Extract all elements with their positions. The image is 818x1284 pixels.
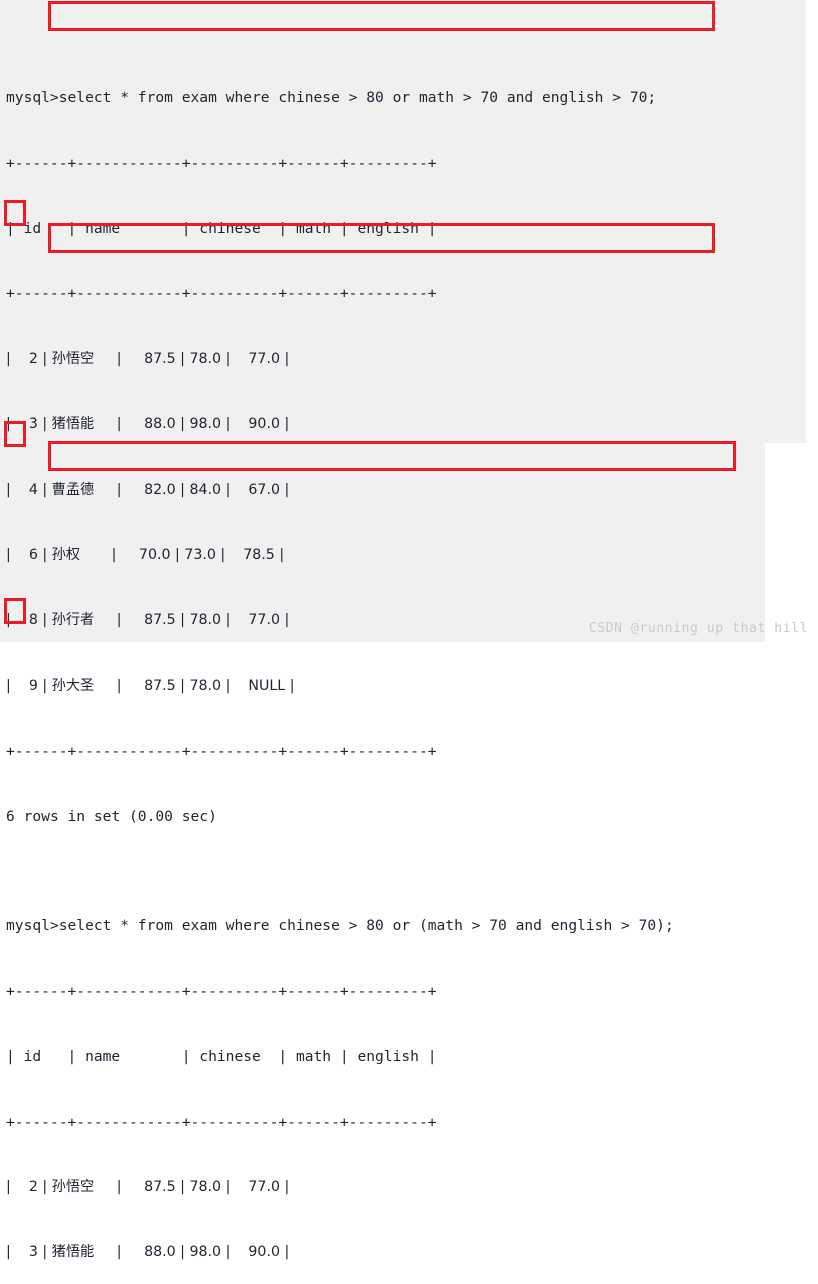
table-row: | 4 | 曹孟德 | 82.0 | 84.0 | 67.0 | [6, 481, 290, 498]
table-header-2: | id | name | chinese | math | english | [6, 1048, 437, 1066]
table-row: | 3 | 猪悟能 | 88.0 | 98.0 | 90.0 | [6, 1244, 290, 1261]
prompt-1: mysql> [6, 89, 59, 107]
table-row: | 2 | 孙悟空 | 87.5 | 78.0 | 77.0 | [6, 1179, 290, 1196]
row-count-1: 6 [6, 808, 15, 826]
table-row: | 9 | 孙大圣 | 87.5 | 78.0 | NULL | [6, 677, 295, 694]
prompt-2: mysql> [6, 917, 59, 935]
command-line-1[interactable]: mysql>select * from exam where chinese >… [0, 87, 818, 109]
table-row: | 3 | 猪悟能 | 88.0 | 98.0 | 90.0 | [6, 416, 290, 433]
status-line-1: 6 rows in set (0.00 sec) [0, 806, 818, 828]
command-line-2[interactable]: mysql>select * from exam where chinese >… [0, 915, 818, 937]
query-text-1[interactable]: select * from exam where chinese > 80 or… [59, 89, 656, 106]
table-separator-top-2: +------+------------+----------+------+-… [6, 982, 437, 1000]
table-row: | 6 | 孙权 | 70.0 | 73.0 | 78.5 | [6, 546, 285, 563]
terminal-screenshot: mysql>select * from exam where chinese >… [0, 0, 818, 1260]
terminal-output[interactable]: mysql>select * from exam where chinese >… [0, 0, 818, 1260]
watermark-text: CSDN @running up that hill [588, 621, 808, 636]
table-separator-top-1: +------+------------+----------+------+-… [6, 154, 437, 172]
table-row: | 2 | 孙悟空 | 87.5 | 78.0 | 77.0 | [6, 350, 290, 367]
table-separator-bottom-1: +------+------------+----------+------+-… [6, 743, 437, 761]
table-separator-mid-1: +------+------------+----------+------+-… [6, 285, 437, 303]
query-text-2[interactable]: select * from exam where chinese > 80 or… [59, 917, 674, 934]
status-text-1: rows in set (0.00 sec) [14, 808, 217, 826]
table-separator-mid-2: +------+------------+----------+------+-… [6, 1113, 437, 1131]
table-header-1: | id | name | chinese | math | english | [6, 219, 437, 237]
